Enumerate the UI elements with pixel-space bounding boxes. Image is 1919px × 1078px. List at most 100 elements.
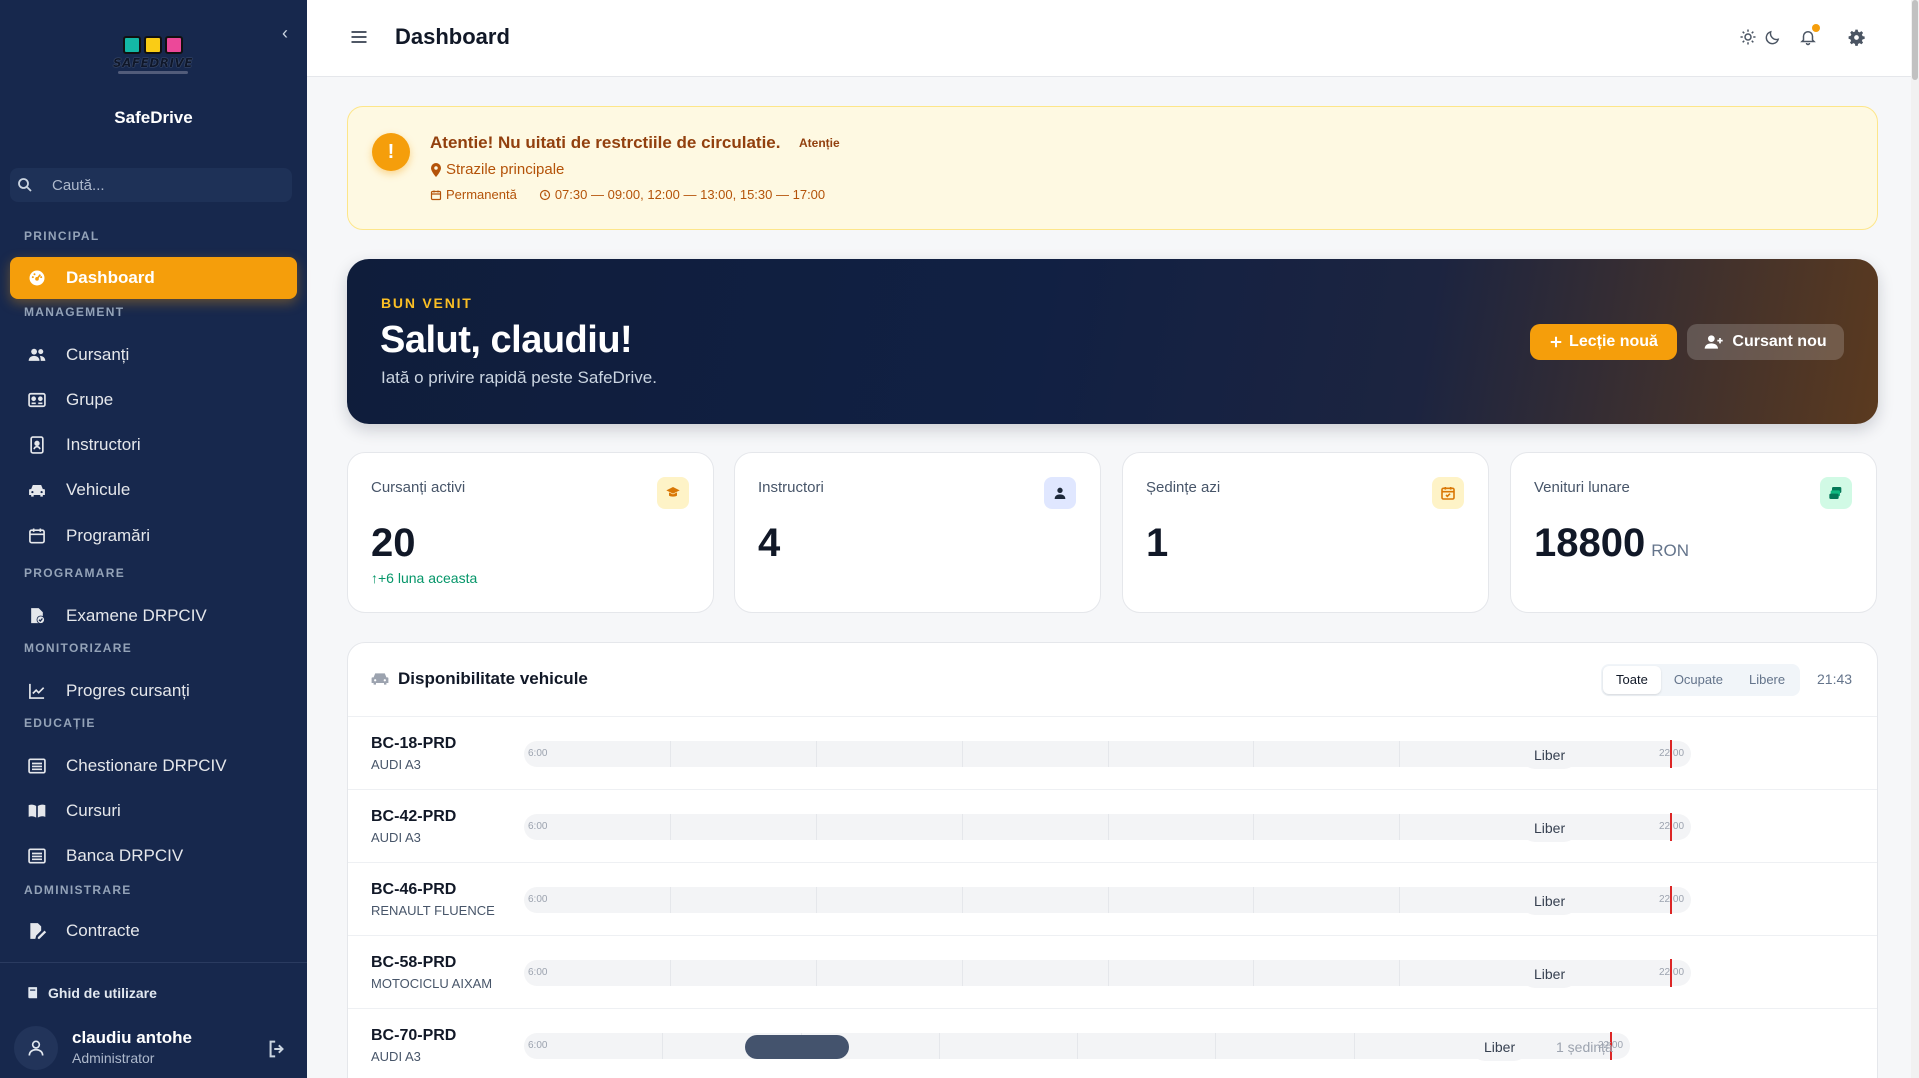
timeline-start-label: 6:00: [528, 894, 548, 905]
book-icon: [26, 800, 48, 822]
filter-occupied[interactable]: Ocupate: [1661, 666, 1736, 694]
alert-tag: Atenție: [799, 136, 840, 150]
money-icon: [1820, 477, 1852, 509]
stat-card: Instructori 4: [734, 452, 1101, 613]
stat-label: Instructori: [758, 479, 824, 496]
traffic-alert: ! Atentie! Nu uitati de restrctiile de c…: [347, 106, 1878, 230]
booking-block[interactable]: [745, 1035, 849, 1059]
sidebar-item-chestionare[interactable]: Chestionare DRPCIV: [10, 745, 297, 787]
status-badge: Liber: [1471, 1033, 1529, 1061]
timeline-gridline: [670, 741, 671, 767]
vehicle-row[interactable]: BC-70-PRD AUDI A3 6:0022:00Liber 1 ședință: [348, 1009, 1877, 1078]
stat-unit: RON: [1651, 541, 1690, 560]
section-label-principal: PRINCIPAL: [24, 229, 100, 243]
vehicle-plate: BC-42-PRD: [371, 808, 457, 825]
stat-value: 4: [758, 521, 780, 566]
vehicle-model: AUDI A3: [371, 757, 421, 772]
vehicle-row[interactable]: BC-46-PRD RENAULT FLUENCE 6:0022:00Liber: [348, 863, 1877, 936]
stat-number: 4: [758, 521, 781, 565]
light-mode-icon[interactable]: [1737, 26, 1759, 48]
timeline-gridline: [939, 1033, 940, 1059]
welcome-title: Salut, claudiu!: [380, 319, 633, 361]
alert-location: Strazile principale: [430, 161, 564, 178]
vehicle-timeline[interactable]: 6:0022:00: [524, 1032, 1630, 1060]
vehicle-timeline[interactable]: 6:0022:00: [524, 886, 1691, 914]
vehicle-row[interactable]: BC-42-PRD AUDI A3 6:0022:00Liber: [348, 790, 1877, 863]
sidebar-item-instructori[interactable]: Instructori: [10, 424, 297, 466]
timeline-gridline: [962, 741, 963, 767]
sidebar-divider: [0, 962, 307, 963]
filter-free[interactable]: Libere: [1736, 666, 1798, 694]
car-icon: [371, 673, 389, 685]
timeline-gridline: [816, 741, 817, 767]
calendar-icon: [430, 190, 442, 200]
graduation-icon: [657, 477, 689, 509]
sidebar-item-vehicule[interactable]: Vehicule: [10, 469, 297, 511]
vehicle-row[interactable]: BC-18-PRD AUDI A3 6:0022:00Liber: [348, 717, 1877, 790]
page-scrollbar[interactable]: [1911, 0, 1919, 1078]
sidebar-item-banca[interactable]: Banca DRPCIV: [10, 835, 297, 877]
alert-title: Atentie! Nu uitati de restrctiile de cir…: [430, 133, 781, 152]
stat-number: 18800: [1534, 521, 1646, 565]
user-guide-link[interactable]: Ghid de utilizare: [26, 985, 157, 1001]
dark-mode-icon[interactable]: [1761, 26, 1783, 48]
notifications-icon[interactable]: [1797, 24, 1820, 48]
sidebar-item-label: Progres cursanți: [66, 681, 190, 700]
alert-schedule: Permanentă 07:30 — 09:00, 12:00 — 13:00,…: [430, 187, 825, 202]
sidebar-item-programari[interactable]: Programări: [10, 515, 297, 557]
stat-trend: ↑+6 luna aceasta: [371, 570, 477, 586]
user-icon: [28, 1040, 44, 1056]
vehicle-plate: BC-46-PRD: [371, 881, 457, 898]
timeline-gridline: [816, 887, 817, 913]
sidebar-item-label: Programări: [66, 526, 151, 545]
avatar[interactable]: [14, 1026, 58, 1070]
vehicle-availability-card: Disponibilitate vehicule Toate Ocupate L…: [347, 642, 1878, 1078]
timeline-gridline: [1253, 887, 1254, 913]
vehicle-model: MOTOCICLU AIXAM: [371, 976, 493, 991]
vehicle-timeline[interactable]: 6:0022:00: [524, 959, 1691, 987]
alert-hours: 07:30 — 09:00, 12:00 — 13:00, 15:30 — 17…: [554, 187, 826, 202]
sidebar: ‹ SAFEDRIVE SafeDrive PRINCIPAL Dashboar…: [0, 0, 307, 1078]
sidebar-item-label: Cursuri: [66, 801, 121, 820]
timeline-gridline: [1108, 814, 1109, 840]
filter-all[interactable]: Toate: [1603, 666, 1661, 694]
stat-value: 20: [371, 521, 416, 566]
status-badge: Liber: [1521, 960, 1579, 988]
sidebar-item-cursanti[interactable]: Cursanți: [10, 334, 297, 376]
section-label-administrare: ADMINISTRARE: [24, 883, 132, 897]
menu-icon[interactable]: [349, 27, 369, 47]
sidebar-item-cursuri[interactable]: Cursuri: [10, 790, 297, 832]
collapse-sidebar-icon[interactable]: ‹: [276, 22, 294, 44]
vehicle-timeline[interactable]: 6:0022:00: [524, 813, 1691, 841]
timeline-gridline: [962, 814, 963, 840]
section-label-programare: PROGRAMARE: [24, 566, 126, 580]
settings-icon[interactable]: [1845, 26, 1867, 48]
badge-icon: [26, 434, 48, 456]
timeline-gridline: [1108, 741, 1109, 767]
status-badge: Liber: [1521, 741, 1579, 769]
sidebar-item-label: Chestionare DRPCIV: [66, 756, 227, 775]
sidebar-item-examene[interactable]: Examene DRPCIV: [10, 595, 297, 637]
sidebar-item-progres[interactable]: Progres cursanți: [10, 670, 297, 712]
logo-text: SAFEDRIVE: [113, 56, 193, 70]
current-time-marker: [1670, 740, 1673, 768]
car-icon: [26, 479, 48, 501]
vehicle-timeline[interactable]: 6:0022:00: [524, 740, 1691, 768]
stat-value: 18800 RON: [1534, 521, 1689, 566]
logout-icon[interactable]: [266, 1038, 288, 1060]
session-count: 1 ședință: [1556, 1039, 1613, 1055]
sidebar-item-grupe[interactable]: Grupe: [10, 379, 297, 421]
vehicle-row[interactable]: BC-58-PRD MOTOCICLU AIXAM 6:0022:00Liber: [348, 936, 1877, 1009]
sidebar-item-dashboard[interactable]: Dashboard: [10, 257, 297, 299]
new-student-button[interactable]: Cursant nou: [1687, 324, 1844, 360]
search-input[interactable]: [52, 168, 282, 202]
timeline-gridline: [962, 960, 963, 986]
sidebar-item-contracte[interactable]: Contracte: [10, 910, 297, 952]
new-lesson-button[interactable]: Lecție nouă: [1530, 324, 1677, 360]
database-list-icon: [26, 845, 48, 867]
dashboard-icon: [26, 267, 48, 289]
welcome-subtitle: Iată o privire rapidă peste SafeDrive.: [381, 368, 657, 387]
file-signature-icon: [26, 920, 48, 942]
user-role: Administrator: [72, 1050, 155, 1066]
sidebar-item-label: Examene DRPCIV: [66, 606, 207, 625]
